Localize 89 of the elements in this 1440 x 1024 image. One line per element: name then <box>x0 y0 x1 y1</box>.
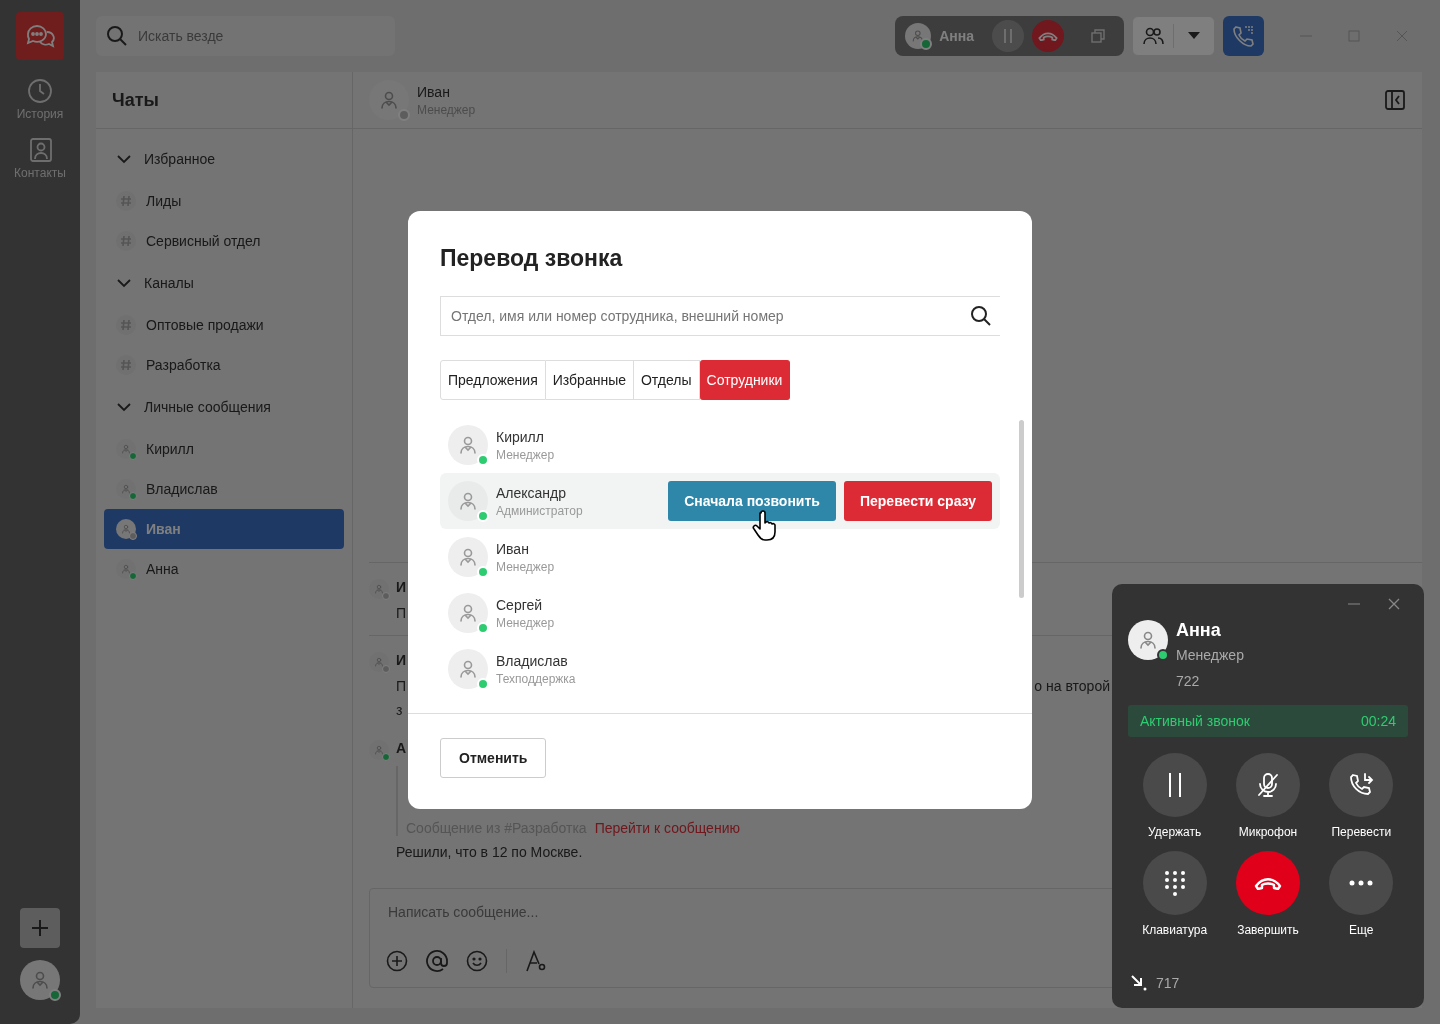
clock-icon <box>27 78 53 104</box>
add-icon[interactable] <box>386 950 408 972</box>
message-text: П <box>396 678 407 694</box>
tab[interactable]: Сотрудники <box>699 360 791 400</box>
pause-icon <box>1003 29 1013 43</box>
mention-icon[interactable] <box>426 950 448 972</box>
call-status: Активный звонок <box>1140 713 1250 729</box>
popout-icon <box>1090 28 1106 44</box>
emoji-icon[interactable] <box>466 950 488 972</box>
call-first-button[interactable]: Сначала позвонить <box>668 481 836 521</box>
message-input[interactable]: Написать сообщение... <box>386 903 1405 921</box>
employee-name: Иван <box>496 540 530 557</box>
pause-button[interactable] <box>992 20 1024 52</box>
caller-role: Менеджер <box>1176 647 1244 663</box>
chat-list-item[interactable]: Кирилл <box>104 429 344 469</box>
employee-role: Менеджер <box>496 559 555 574</box>
panel-title: Чаты <box>112 89 159 111</box>
tab[interactable]: Предложения <box>440 360 546 400</box>
chat-list-item[interactable]: Оптовые продажи <box>104 305 344 345</box>
dial-button[interactable] <box>1223 16 1264 56</box>
author-name: А <box>396 740 407 758</box>
employee-row[interactable]: Владислав Техподдержка <box>440 641 1000 697</box>
employee-row[interactable]: Иван Менеджер <box>440 529 1000 585</box>
section-header[interactable]: Каналы <box>104 261 344 305</box>
collapse-panel-icon[interactable] <box>1384 89 1406 111</box>
message-text: о на второй <box>1034 678 1110 694</box>
chat-list-item[interactable]: Лиды <box>104 181 344 221</box>
chat-list-item[interactable]: Владислав <box>104 469 344 509</box>
close-icon <box>1388 598 1400 610</box>
employee-row[interactable]: Кирилл Менеджер <box>440 417 1000 473</box>
incoming-arrow-icon <box>1130 974 1148 992</box>
message-text: Решили, что в 12 по Москве. <box>396 844 583 860</box>
chat-list-item[interactable]: Анна <box>104 549 344 589</box>
hang-up-icon <box>1038 31 1058 41</box>
section-header[interactable]: Избранное <box>104 137 344 181</box>
author-name: И <box>396 579 407 597</box>
employee-name: Александр <box>496 484 568 501</box>
employee-row[interactable]: Александр Администратор Сначала позвонить Перевести сразу <box>440 473 1000 529</box>
plus-icon <box>31 919 49 937</box>
mic-off-icon <box>1256 772 1280 798</box>
contact-card-icon <box>27 137 53 163</box>
close-icon <box>1396 30 1408 42</box>
chat-list-item[interactable]: Сервисный отдел <box>104 221 344 261</box>
caller-number: 722 <box>1176 673 1201 689</box>
phone-keypad-icon <box>1231 24 1256 48</box>
hang-up-icon <box>1254 876 1282 890</box>
message-text: з <box>396 702 403 718</box>
keypad-icon <box>1163 870 1186 896</box>
employee-role: Администратор <box>496 503 583 518</box>
section-header[interactable]: Личные сообщения <box>104 385 344 429</box>
active-call-bar[interactable]: Анна <box>895 16 1124 56</box>
more-icon <box>1349 880 1374 886</box>
search-field[interactable]: Искать везде <box>136 27 385 45</box>
tab[interactable]: Избранные <box>545 360 634 400</box>
text-format-icon[interactable] <box>525 950 547 972</box>
add-button[interactable] <box>20 908 60 948</box>
chat-list-item[interactable]: Иван <box>104 509 344 549</box>
minimize-icon <box>1348 603 1360 605</box>
employee-name: Владислав <box>496 652 569 669</box>
message-link[interactable]: Перейти к сообщению <box>594 820 740 836</box>
chat-list-item[interactable]: Разработка <box>104 345 344 385</box>
app-logo[interactable] <box>16 12 64 60</box>
employee-role: Менеджер <box>496 615 555 630</box>
phone-transfer-icon <box>1348 772 1375 798</box>
employee-role: Техподдержка <box>496 671 576 686</box>
employee-row[interactable]: Сергей Менеджер <box>440 585 1000 641</box>
call-duration: 00:24 <box>1360 713 1396 729</box>
author-name: И <box>396 652 407 670</box>
caller-name: Анна <box>1176 620 1222 641</box>
chat-bubbles-icon <box>25 22 55 50</box>
incoming-number: 717 <box>1156 975 1180 991</box>
people-icon <box>1142 26 1164 46</box>
employee-name: Сергей <box>496 596 544 613</box>
message-text: П <box>396 605 407 621</box>
employee-name: Кирилл <box>496 428 545 445</box>
search-bar[interactable]: Искать везде <box>96 16 395 56</box>
search-bar[interactable]: Отдел, имя или номер сотрудника, внешний номер <box>440 296 1000 336</box>
hang-up-button[interactable] <box>1032 20 1064 52</box>
scrollbar[interactable] <box>1019 420 1024 598</box>
transfer-now-button[interactable]: Перевести сразу <box>843 481 992 521</box>
caller-name: Анна <box>939 28 974 44</box>
dialog-title: Перевод звонка <box>440 245 624 272</box>
tab[interactable]: Отделы <box>634 360 700 400</box>
search-icon <box>970 305 992 327</box>
caret-icon <box>1188 32 1200 40</box>
cancel-button[interactable]: Отменить <box>440 738 547 778</box>
contact-name: Иван <box>417 83 451 100</box>
search-icon <box>106 25 128 47</box>
employee-role: Менеджер <box>496 447 555 462</box>
